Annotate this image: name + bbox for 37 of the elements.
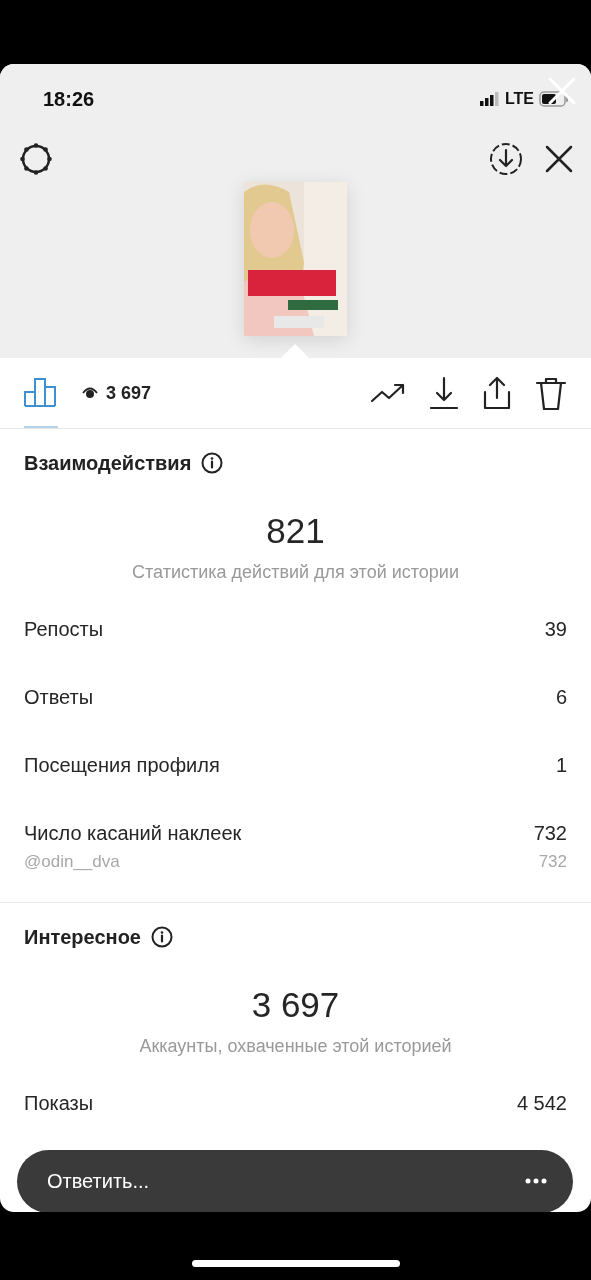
- download-icon[interactable]: [489, 142, 523, 176]
- total-caption: Статистика действий для этой истории: [131, 561, 460, 583]
- delete-icon[interactable]: [535, 376, 567, 410]
- signal-icon: [479, 92, 500, 106]
- sticker-value: 732: [538, 852, 567, 872]
- total-caption: Аккаунты, охваченные этой историей: [138, 1035, 453, 1057]
- section-title: Взаимодействия: [24, 451, 192, 475]
- metric-label: Посещения профиля: [24, 753, 220, 777]
- share-icon[interactable]: [482, 376, 512, 410]
- battery-icon: [539, 91, 569, 107]
- total-count: 3 697: [250, 985, 341, 1025]
- bar-chart-icon: [24, 377, 58, 407]
- trend-icon[interactable]: [370, 381, 406, 405]
- sticker-label: @odin__dva: [24, 852, 120, 872]
- info-icon: [151, 926, 173, 948]
- metric-value: 4 542: [516, 1091, 567, 1115]
- metric-label: Репосты: [24, 617, 104, 641]
- network-label: LTE: [504, 90, 534, 108]
- status-time: 18:26: [43, 87, 95, 111]
- total-count: 821: [265, 511, 326, 551]
- pointer-icon: [281, 344, 309, 358]
- eye-icon: [82, 387, 98, 399]
- close-icon[interactable]: [545, 145, 573, 173]
- metric-value: 732: [533, 821, 567, 845]
- metric-value: 6: [555, 685, 567, 709]
- info-icon: [201, 452, 224, 474]
- metric-label: Ответы: [24, 685, 94, 709]
- reply-field[interactable]: Ответить...: [17, 1150, 573, 1212]
- view-count: 3 697: [106, 382, 152, 404]
- metric-label: Показы: [24, 1091, 94, 1115]
- metric-value: 1: [555, 753, 567, 777]
- metric-label: Число касаний наклеек: [24, 821, 242, 845]
- metric-value: 39: [544, 617, 567, 641]
- settings-icon[interactable]: [18, 141, 54, 177]
- download-icon[interactable]: [429, 376, 459, 410]
- section-title: Интересное: [24, 925, 141, 949]
- more-icon[interactable]: [525, 1178, 547, 1184]
